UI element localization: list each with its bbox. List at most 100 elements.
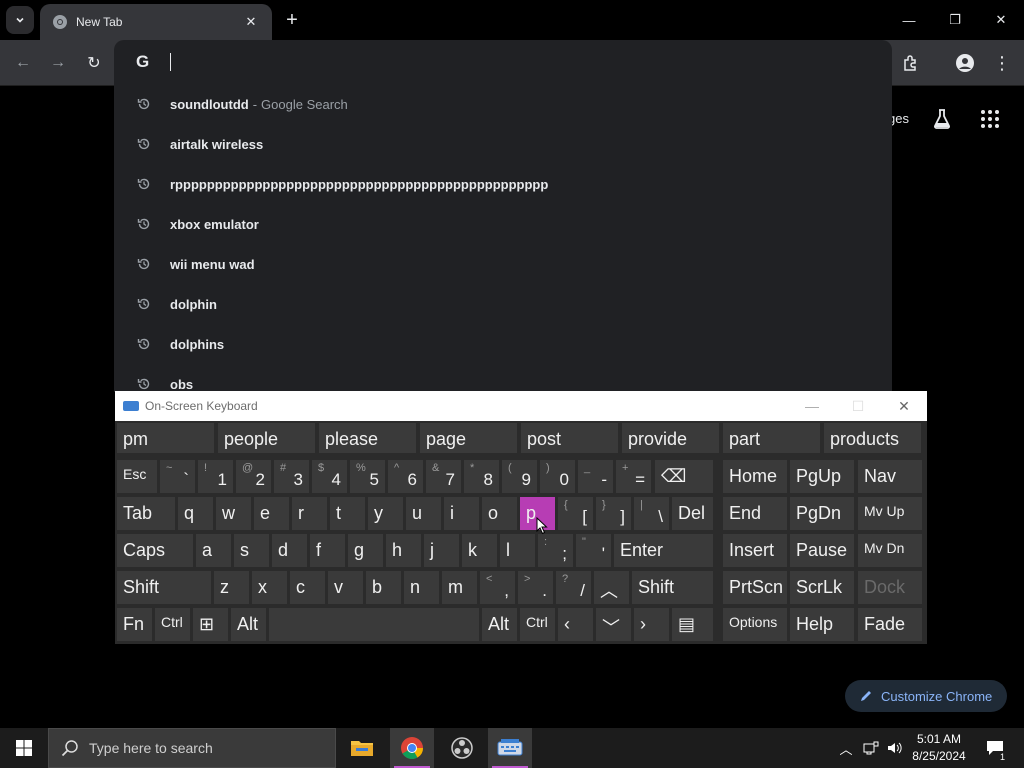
key-end[interactable]: End <box>723 497 787 530</box>
key-caps[interactable]: Caps <box>117 534 193 567</box>
prediction-page[interactable]: page <box>420 423 517 453</box>
key-z[interactable]: z <box>214 571 249 604</box>
chrome-taskbar-button[interactable] <box>390 728 434 768</box>
prediction-products[interactable]: products <box>824 423 921 453</box>
apps-grid-icon[interactable] <box>978 107 1002 131</box>
key-prtscn[interactable]: PrtScn <box>723 571 787 604</box>
key-l[interactable]: l <box>500 534 535 567</box>
omnibox-input[interactable]: G <box>114 40 892 84</box>
close-tab-icon[interactable]: ✕ <box>242 13 260 31</box>
key-x[interactable]: x <box>252 571 287 604</box>
key-5[interactable]: $4 <box>312 460 347 493</box>
key-m[interactable]: m <box>442 571 477 604</box>
backspace-key[interactable]: ⌫ <box>655 460 713 493</box>
key-scrlk[interactable]: ScrLk <box>790 571 854 604</box>
key-7[interactable]: ^ 6 <box>388 460 423 493</box>
key-k[interactable]: k <box>462 534 497 567</box>
osk-minimize-button[interactable]: — <box>789 391 835 421</box>
key-t[interactable]: t <box>330 497 365 530</box>
prediction-provide[interactable]: provide <box>622 423 719 453</box>
key-home[interactable]: Home <box>723 460 787 493</box>
menu-kebab-icon[interactable]: ⋮ <box>989 50 1015 76</box>
key-down-arrow[interactable]: ﹀ <box>596 608 631 641</box>
key-backslash[interactable]: | \ <box>634 497 669 530</box>
suggestion-item[interactable]: dolphins <box>114 324 892 364</box>
key-12[interactable]: _ - <box>578 460 613 493</box>
key-left-arrow[interactable]: ‹ <box>558 608 593 641</box>
key-pgdn[interactable]: PgDn <box>790 497 854 530</box>
key-r[interactable]: r <box>292 497 327 530</box>
key-10[interactable]: (9 <box>502 460 537 493</box>
key-8[interactable]: & 7 <box>426 460 461 493</box>
tab-new-tab[interactable]: New Tab ✕ <box>40 4 272 40</box>
close-window-button[interactable]: ✕ <box>978 0 1024 40</box>
key-esc[interactable]: Esc <box>117 460 157 493</box>
key-b[interactable]: b <box>366 571 401 604</box>
suggestion-item[interactable]: airtalk wireless <box>114 124 892 164</box>
start-button[interactable] <box>0 728 48 768</box>
forward-icon[interactable]: → <box>45 50 71 76</box>
restore-button[interactable]: ❐ <box>932 0 978 40</box>
volume-icon[interactable] <box>884 728 906 768</box>
key-menu[interactable]: ▤ <box>672 608 713 641</box>
tab-search-button[interactable] <box>6 6 34 34</box>
key-pgup[interactable]: PgUp <box>790 460 854 493</box>
key-right-arrow[interactable]: › <box>634 608 669 641</box>
key-w[interactable]: w <box>216 497 251 530</box>
key-dock[interactable]: Dock <box>858 571 922 604</box>
key-d[interactable]: d <box>272 534 307 567</box>
prediction-part[interactable]: part <box>723 423 820 453</box>
back-icon[interactable]: ← <box>10 50 36 76</box>
taskbar-search-box[interactable]: Type here to search <box>48 728 336 768</box>
customize-chrome-button[interactable]: Customize Chrome <box>845 680 1007 712</box>
suggestion-item[interactable]: xbox emulator <box>114 204 892 244</box>
new-tab-button[interactable]: + <box>280 8 304 32</box>
key-v[interactable]: v <box>328 571 363 604</box>
suggestion-item[interactable]: soundloutdd - Google Search <box>114 84 892 124</box>
key-u[interactable]: u <box>406 497 441 530</box>
key-tab[interactable]: Tab <box>117 497 175 530</box>
key-period[interactable]: >. <box>518 571 553 604</box>
key-6[interactable]: % 5 <box>350 460 385 493</box>
key-fade[interactable]: Fade <box>858 608 922 641</box>
key-s[interactable]: s <box>234 534 269 567</box>
network-icon[interactable] <box>860 728 882 768</box>
key-n[interactable]: n <box>404 571 439 604</box>
key-c[interactable]: c <box>290 571 325 604</box>
tray-overflow-icon[interactable]: ︿ <box>836 728 856 768</box>
suggestion-item[interactable]: obs <box>114 364 892 392</box>
key-quote[interactable]: " ' <box>576 534 611 567</box>
notification-center-button[interactable]: 1 <box>980 728 1010 768</box>
prediction-post[interactable]: post <box>521 423 618 453</box>
prediction-pm[interactable]: pm <box>117 423 214 453</box>
key-y[interactable]: y <box>368 497 403 530</box>
prediction-please[interactable]: please <box>319 423 416 453</box>
prediction-people[interactable]: people <box>218 423 315 453</box>
key-pause[interactable]: Pause <box>790 534 854 567</box>
key-1[interactable]: ~ ` <box>160 460 195 493</box>
key-space[interactable] <box>269 608 479 641</box>
file-explorer-taskbar-button[interactable] <box>340 728 384 768</box>
key-4[interactable]: #3 <box>274 460 309 493</box>
key-shift-right[interactable]: Shift <box>632 571 713 604</box>
key-13[interactable]: + = <box>616 460 651 493</box>
key-windows[interactable]: ⊞ <box>193 608 228 641</box>
key-q[interactable]: q <box>178 497 213 530</box>
suggestion-item[interactable]: dolphin <box>114 284 892 324</box>
key-f[interactable]: f <box>310 534 345 567</box>
key-9[interactable]: * 8 <box>464 460 499 493</box>
key-shift-left[interactable]: Shift <box>117 571 211 604</box>
extensions-icon[interactable] <box>898 50 924 76</box>
taskbar-clock[interactable]: 5:01 AM 8/25/2024 <box>906 731 972 765</box>
key-fn[interactable]: Fn <box>117 608 152 641</box>
key-nav[interactable]: Nav <box>858 460 922 493</box>
key-o[interactable]: o <box>482 497 517 530</box>
suggestion-item[interactable]: rppppppppppppppppppppppppppppppppppppppp… <box>114 164 892 204</box>
key-3[interactable]: @2 <box>236 460 271 493</box>
key-j[interactable]: j <box>424 534 459 567</box>
key-insert[interactable]: Insert <box>723 534 787 567</box>
key-alt-right[interactable]: Alt <box>482 608 517 641</box>
reload-icon[interactable]: ↻ <box>81 50 107 76</box>
osk-maximize-button[interactable]: ☐ <box>835 391 881 421</box>
minimize-button[interactable]: — <box>886 0 932 40</box>
